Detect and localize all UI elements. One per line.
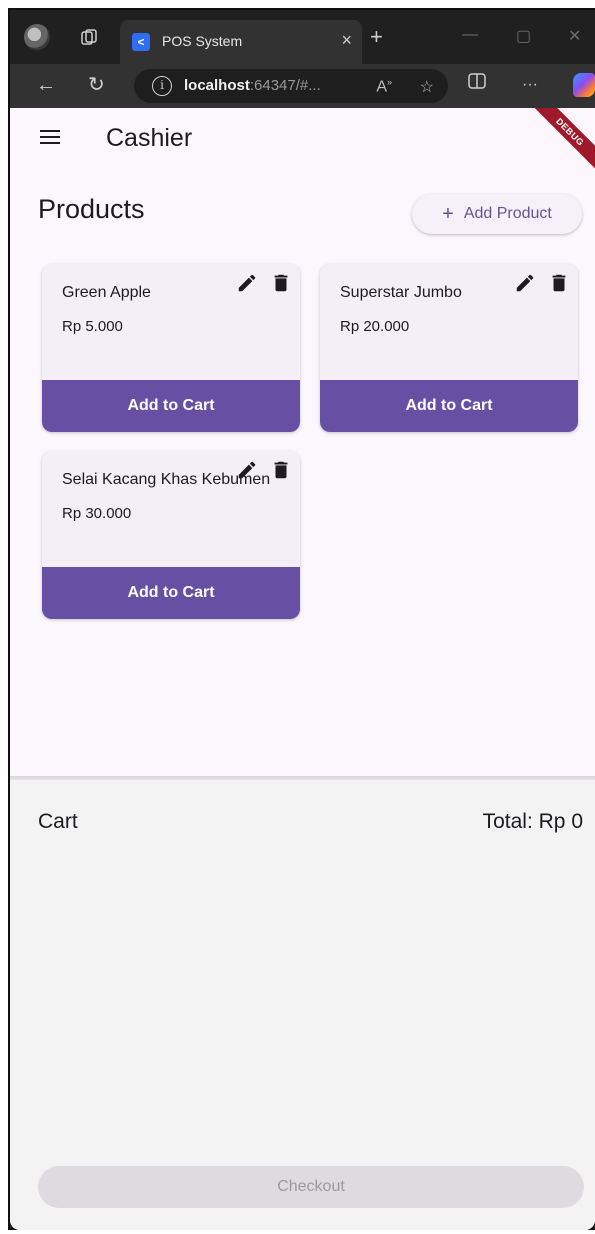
delete-icon[interactable] bbox=[270, 459, 292, 481]
close-window-icon[interactable]: ✕ bbox=[568, 26, 581, 46]
cart-total: Total: Rp 0 bbox=[482, 810, 583, 833]
product-card: Selai Kacang Khas Kebumen Rp 30.000 Add … bbox=[42, 451, 300, 619]
add-to-cart-button[interactable]: Add to Cart bbox=[42, 380, 300, 432]
delete-icon[interactable] bbox=[548, 272, 570, 294]
cart-heading: Cart bbox=[38, 810, 78, 833]
product-price: Rp 5.000 bbox=[62, 318, 123, 335]
address-toolbar: ← ↻ i localhost:64347/#... A» ☆ ··· bbox=[10, 64, 595, 108]
tab-pos-system[interactable]: < POS System × bbox=[120, 20, 362, 64]
copilot-icon[interactable] bbox=[573, 73, 595, 97]
edit-icon[interactable] bbox=[236, 459, 258, 481]
back-icon[interactable]: ← bbox=[36, 72, 56, 98]
menu-icon[interactable] bbox=[40, 130, 60, 144]
new-tab-icon[interactable]: + bbox=[370, 26, 383, 48]
workspaces-icon[interactable] bbox=[76, 24, 102, 50]
tab-bar: < POS System × + — ▢ ✕ bbox=[10, 10, 595, 64]
edit-icon[interactable] bbox=[236, 272, 258, 294]
screen: < POS System × + — ▢ ✕ ← ↻ i localhost:6… bbox=[0, 0, 595, 1234]
product-name: Superstar Jumbo bbox=[340, 284, 462, 301]
delete-icon[interactable] bbox=[270, 272, 292, 294]
add-to-cart-button[interactable]: Add to Cart bbox=[320, 380, 578, 432]
product-price: Rp 30.000 bbox=[62, 505, 132, 522]
maximize-icon[interactable]: ▢ bbox=[516, 26, 531, 46]
url-text[interactable]: localhost:64347/#... bbox=[184, 77, 321, 94]
favorite-star-icon[interactable]: ☆ bbox=[420, 77, 434, 97]
address-bar[interactable]: i localhost:64347/#... A» ☆ bbox=[134, 69, 448, 103]
minimize-icon[interactable]: — bbox=[462, 26, 478, 44]
products-heading: Products bbox=[38, 194, 145, 224]
app-bar: Cashier bbox=[10, 108, 595, 170]
product-card: Superstar Jumbo Rp 20.000 Add to Cart bbox=[320, 264, 578, 432]
add-to-cart-button[interactable]: Add to Cart bbox=[42, 567, 300, 619]
flutter-favicon: < bbox=[132, 33, 150, 51]
tab-close-icon[interactable]: × bbox=[341, 30, 352, 51]
edit-icon[interactable] bbox=[514, 272, 536, 294]
add-product-button[interactable]: + Add Product bbox=[412, 194, 582, 234]
cart-panel: Cart Total: Rp 0 Checkout bbox=[10, 780, 595, 1230]
profile-avatar[interactable] bbox=[24, 24, 50, 50]
product-name: Green Apple bbox=[62, 284, 151, 301]
browser-window: < POS System × + — ▢ ✕ ← ↻ i localhost:6… bbox=[8, 8, 595, 1230]
url-host: localhost bbox=[184, 77, 250, 94]
split-screen-icon[interactable] bbox=[468, 72, 486, 98]
plus-icon: + bbox=[442, 203, 454, 225]
tab-title: POS System bbox=[162, 33, 243, 49]
app-title: Cashier bbox=[106, 124, 193, 152]
refresh-icon[interactable]: ↻ bbox=[88, 72, 105, 98]
read-aloud-icon[interactable]: A» bbox=[376, 77, 392, 96]
product-price: Rp 20.000 bbox=[340, 318, 410, 335]
more-icon[interactable]: ··· bbox=[522, 72, 538, 98]
url-rest: :64347/#... bbox=[249, 77, 321, 94]
site-info-icon[interactable]: i bbox=[152, 76, 172, 96]
app-viewport: Cashier DEBUG Products + Add Product Gre… bbox=[10, 108, 595, 1230]
checkout-button[interactable]: Checkout bbox=[38, 1166, 584, 1208]
add-product-label: Add Product bbox=[463, 205, 552, 222]
product-card: Green Apple Rp 5.000 Add to Cart bbox=[42, 264, 300, 432]
